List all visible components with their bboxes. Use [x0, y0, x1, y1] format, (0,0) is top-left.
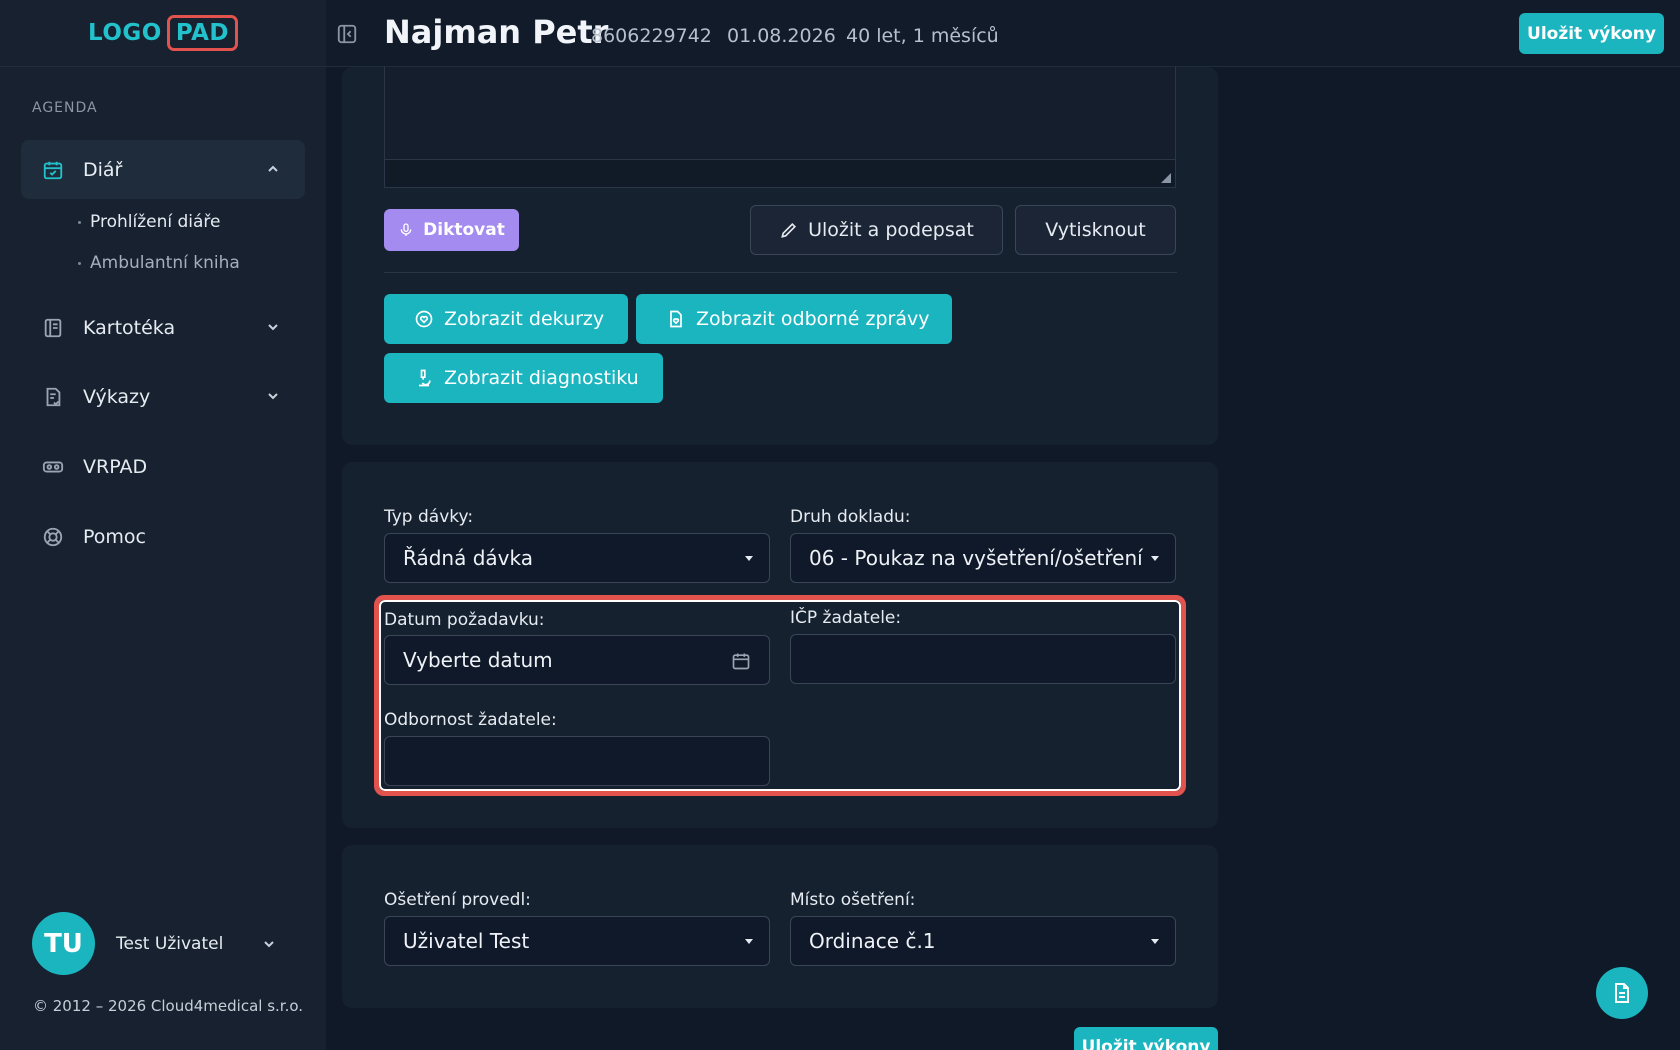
chevron-down-icon [264, 941, 274, 948]
sidebar-subitem-label: Ambulantní kniha [90, 253, 240, 273]
divider [384, 272, 1177, 273]
calendar-icon[interactable] [731, 651, 751, 671]
lifebuoy-icon [41, 525, 65, 549]
batch-type-value: Řádná dávka [403, 546, 533, 570]
place-select[interactable]: Ordinace č.1 [790, 916, 1176, 966]
request-date-input[interactable]: Vyberte datum [384, 635, 770, 685]
print-button[interactable]: Vytisknout [1015, 205, 1176, 255]
sidebar-item-label: Diář [83, 158, 123, 181]
sidebar-item-kartoteka[interactable]: Kartotéka [21, 298, 305, 357]
show-decursus-label: Zobrazit dekurzy [444, 308, 605, 330]
chevron-down-icon [268, 393, 278, 400]
sidebar-collapse-icon[interactable] [336, 23, 358, 45]
batch-type-select[interactable]: Řádná dávka [384, 533, 770, 583]
request-date-label: Datum požadavku: [384, 610, 545, 630]
performed-by-select[interactable]: Uživatel Test [384, 916, 770, 966]
report-icon [41, 385, 65, 409]
document-icon [1615, 983, 1629, 1003]
document-type-select[interactable]: 06 - Poukaz na vyšetření/ošetření [790, 533, 1176, 583]
patient-name: Najman Petr [384, 13, 609, 51]
resize-handle-icon[interactable] [1161, 173, 1171, 183]
microphone-icon [400, 223, 412, 236]
requester-specialty-input[interactable] [384, 736, 770, 786]
show-diagnostics-button[interactable]: Zobrazit diagnostiku [384, 353, 663, 403]
sidebar-item-diar[interactable]: Diář [21, 140, 305, 199]
sidebar-item-label: VRPAD [83, 455, 148, 478]
sidebar-subitem-label: Prohlížení diáře [90, 212, 221, 232]
show-diagnostics-label: Zobrazit diagnostiku [444, 367, 639, 389]
user-menu[interactable]: TU Test Uživatel [32, 912, 274, 975]
caret-down-icon [1151, 939, 1159, 944]
document-type-value: 06 - Poukaz na vyšetření/ošetření [809, 546, 1143, 570]
save-services-button[interactable]: Uložit výkony [1519, 13, 1664, 54]
chevron-down-icon [268, 324, 278, 331]
address-book-icon [41, 316, 65, 340]
notes-fab-button[interactable] [1596, 967, 1648, 1019]
sidebar-section-title: AGENDA [32, 100, 98, 116]
save-and-sign-button[interactable]: Uložit a podepsat [750, 205, 1003, 255]
bullet [78, 261, 81, 265]
sidebar-item-label: Výkazy [83, 385, 151, 408]
batch-type-label: Typ dávky: [384, 507, 474, 527]
caret-down-icon [745, 556, 753, 561]
requester-icp-input[interactable] [790, 634, 1176, 684]
show-reports-label: Zobrazit odborné zprávy [696, 308, 930, 330]
sidebar-subitem-prohlizeni-diare[interactable]: Prohlížení diáře [78, 212, 220, 232]
sidebar-item-label: Kartotéka [83, 316, 176, 339]
patient-id: 8606229742 [591, 25, 712, 47]
document-heart-icon [666, 309, 686, 329]
logo-part-1: LOGO [88, 20, 162, 46]
pencil-icon [781, 222, 797, 238]
place-value: Ordinace č.1 [809, 929, 936, 953]
sidebar-item-vrpad[interactable]: VRPAD [21, 437, 305, 496]
sidebar-item-pomoc[interactable]: Pomoc [21, 507, 305, 566]
dictate-button[interactable]: Diktovat [384, 209, 519, 251]
textarea-footer [385, 159, 1175, 187]
request-date-placeholder: Vyberte datum [403, 648, 553, 672]
header: Najman Petr 8606229742 01.08.2026 40 let… [326, 0, 1680, 67]
sidebar-item-vykazy[interactable]: Výkazy [21, 367, 305, 426]
vr-headset-icon [41, 455, 65, 479]
sidebar-subitem-ambulantni-kniha[interactable]: Ambulantní kniha [78, 253, 240, 273]
dictate-label: Diktovat [423, 220, 505, 240]
show-decursus-button[interactable]: Zobrazit dekurzy [384, 294, 628, 344]
patient-age: 40 let, 1 měsíců [846, 25, 999, 47]
requester-icp-label: IČP žadatele: [790, 608, 902, 628]
sidebar-item-label: Pomoc [83, 525, 146, 548]
save-and-sign-label: Uložit a podepsat [808, 219, 974, 241]
avatar: TU [32, 912, 95, 975]
sidebar: LOGO PAD AGENDA Diář Prohlížení diáře Am… [0, 0, 326, 1050]
chevron-up-icon [268, 165, 278, 172]
copyright: © 2012 – 2026 Cloud4medical s.r.o. [33, 997, 304, 1015]
bullet [78, 220, 81, 224]
logo-part-2: PAD [166, 15, 238, 51]
logo-area: LOGO PAD [0, 0, 326, 67]
logo[interactable]: LOGO PAD [88, 15, 238, 51]
show-reports-button[interactable]: Zobrazit odborné zprávy [636, 294, 952, 344]
performed-by-label: Ošetření provedl: [384, 890, 531, 910]
document-type-label: Druh dokladu: [790, 507, 911, 527]
calendar-check-icon [41, 158, 65, 182]
patient-date: 01.08.2026 [727, 25, 836, 47]
record-textarea[interactable] [384, 67, 1176, 188]
caret-down-icon [1151, 556, 1159, 561]
microscope-icon [414, 368, 434, 388]
save-services-button-bottom[interactable]: Uložit výkony [1074, 1027, 1218, 1050]
requester-specialty-label: Odbornost žadatele: [384, 710, 557, 730]
caret-down-icon [745, 939, 753, 944]
user-name: Test Uživatel [116, 933, 224, 954]
heart-circle-icon [414, 309, 434, 329]
performed-by-value: Uživatel Test [403, 929, 530, 953]
place-label: Místo ošetření: [790, 890, 916, 910]
